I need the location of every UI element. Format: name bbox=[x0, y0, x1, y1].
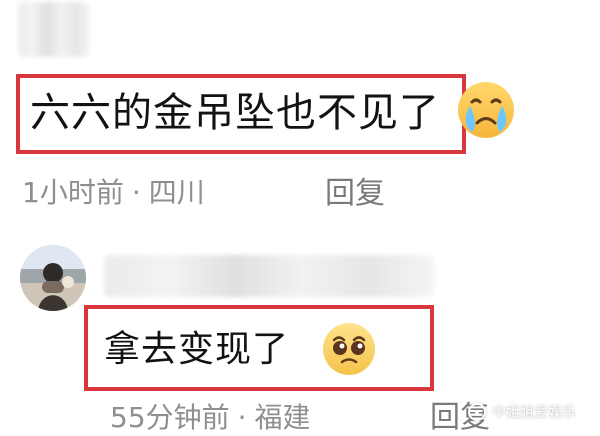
blurred-username-top bbox=[18, 2, 90, 57]
pleading-face-icon bbox=[318, 318, 380, 380]
comment-meta: 1小时前 · 四川 bbox=[22, 171, 205, 211]
separator-dot: · bbox=[131, 176, 141, 209]
avatar bbox=[20, 245, 86, 311]
comment-text: 六六的金吊坠也不见了 bbox=[30, 90, 440, 136]
crying-face-icon bbox=[454, 78, 518, 142]
watermark-text: 中姐姐爱娱乐 bbox=[492, 405, 576, 421]
reply-meta: 55分钟前 · 福建 bbox=[110, 396, 311, 436]
reply-time: 55分钟前 bbox=[110, 401, 230, 434]
camera-icon bbox=[468, 403, 486, 421]
comment-time: 1小时前 bbox=[22, 176, 124, 209]
comment-location: 四川 bbox=[148, 176, 205, 209]
reply-button[interactable]: 回复 bbox=[325, 168, 385, 212]
reply-location: 福建 bbox=[254, 401, 311, 434]
watermark: 中姐姐爱娱乐 bbox=[468, 402, 576, 422]
reply-text: 拿去变现了 bbox=[104, 329, 290, 370]
blurred-username-reply bbox=[104, 255, 434, 297]
separator-dot: · bbox=[237, 401, 247, 434]
